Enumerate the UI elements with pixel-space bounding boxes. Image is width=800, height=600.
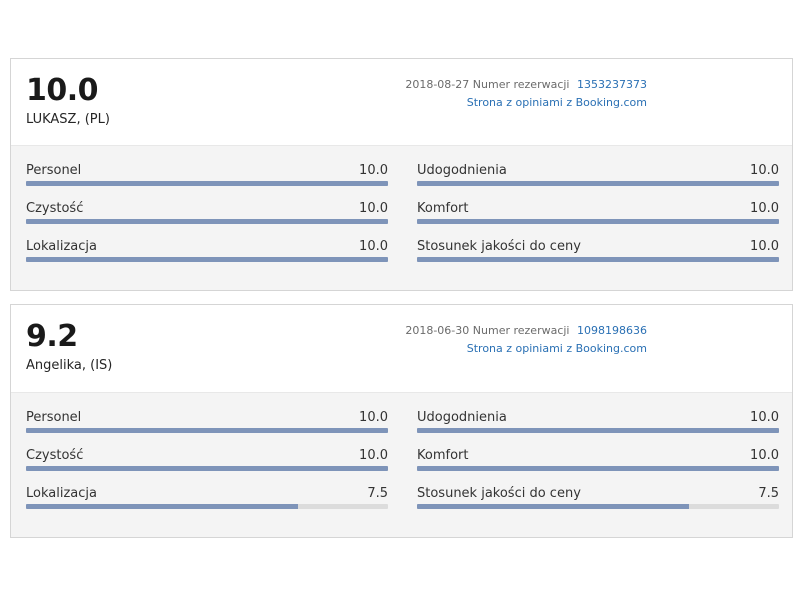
category-bar bbox=[417, 466, 779, 471]
category-bar bbox=[417, 181, 779, 186]
category-personel: Personel 10.0 bbox=[26, 410, 388, 440]
category-value: 10.0 bbox=[359, 410, 388, 425]
category-label: Udogodnienia bbox=[417, 410, 507, 425]
category-label: Komfort bbox=[417, 448, 469, 463]
category-value: 10.0 bbox=[750, 239, 779, 254]
category-bar bbox=[26, 257, 388, 262]
category-value: 10.0 bbox=[750, 448, 779, 463]
category-bar bbox=[26, 181, 388, 186]
reservation-label: Numer rezerwacji bbox=[472, 78, 570, 91]
category-label: Lokalizacja bbox=[26, 239, 97, 254]
category-czystosc: Czystość 10.0 bbox=[26, 201, 388, 231]
review-date: 2018-06-30 bbox=[405, 324, 470, 337]
category-value: 7.5 bbox=[367, 486, 388, 501]
booking-review-link[interactable]: Strona z opiniami z Booking.com bbox=[405, 340, 647, 358]
category-label: Stosunek jakości do ceny bbox=[417, 239, 581, 254]
category-bar-fill bbox=[26, 181, 388, 186]
category-bar bbox=[26, 466, 388, 471]
category-label: Czystość bbox=[26, 448, 84, 463]
reviewer-name: LUKASZ, (PL) bbox=[26, 112, 110, 127]
category-personel: Personel 10.0 bbox=[26, 163, 388, 193]
review-score: 10.0 bbox=[26, 73, 99, 108]
category-value: 10.0 bbox=[750, 410, 779, 425]
category-udogodnienia: Udogodnienia 10.0 bbox=[417, 163, 779, 193]
category-label: Udogodnienia bbox=[417, 163, 507, 178]
category-scores: Personel 10.0 Udogodnienia 10.0 Czystość… bbox=[11, 145, 792, 290]
category-bar bbox=[26, 428, 388, 433]
category-bar-fill bbox=[417, 504, 689, 509]
category-lokalizacja: Lokalizacja 7.5 bbox=[26, 486, 388, 516]
review-date: 2018-08-27 bbox=[405, 78, 470, 91]
category-label: Czystość bbox=[26, 201, 84, 216]
category-bar bbox=[26, 219, 388, 224]
review-header: 9.2 Angelika, (IS) 2018-06-30 Numer reze… bbox=[11, 305, 792, 391]
category-bar-fill bbox=[417, 219, 779, 224]
category-label: Personel bbox=[26, 163, 82, 178]
category-value: 10.0 bbox=[359, 448, 388, 463]
reviews-list: 10.0 LUKASZ, (PL) 2018-08-27 Numer rezer… bbox=[0, 0, 800, 600]
review-card: 9.2 Angelika, (IS) 2018-06-30 Numer reze… bbox=[10, 304, 793, 538]
category-bar-fill bbox=[26, 257, 388, 262]
category-label: Personel bbox=[26, 410, 82, 425]
category-value: 10.0 bbox=[750, 163, 779, 178]
category-value: 7.5 bbox=[758, 486, 779, 501]
category-bar-fill bbox=[26, 219, 388, 224]
category-lokalizacja: Lokalizacja 10.0 bbox=[26, 239, 388, 269]
category-label: Komfort bbox=[417, 201, 469, 216]
category-komfort: Komfort 10.0 bbox=[417, 448, 779, 478]
category-bar-fill bbox=[417, 257, 779, 262]
category-value: 10.0 bbox=[359, 201, 388, 216]
review-header: 10.0 LUKASZ, (PL) 2018-08-27 Numer rezer… bbox=[11, 59, 792, 145]
category-czystosc: Czystość 10.0 bbox=[26, 448, 388, 478]
reviewer-name: Angelika, (IS) bbox=[26, 358, 113, 373]
category-bar-fill bbox=[417, 181, 779, 186]
category-bar bbox=[417, 257, 779, 262]
category-bar bbox=[417, 219, 779, 224]
category-label: Stosunek jakości do ceny bbox=[417, 486, 581, 501]
category-scores: Personel 10.0 Udogodnienia 10.0 Czystość… bbox=[11, 392, 792, 537]
category-value: 10.0 bbox=[359, 163, 388, 178]
category-bar bbox=[417, 428, 779, 433]
category-stosunek-jakosci-do-ceny: Stosunek jakości do ceny 7.5 bbox=[417, 486, 779, 516]
booking-review-link[interactable]: Strona z opiniami z Booking.com bbox=[405, 94, 647, 112]
reservation-label: Numer rezerwacji bbox=[472, 324, 570, 337]
category-bar-fill bbox=[26, 504, 298, 509]
category-stosunek-jakosci-do-ceny: Stosunek jakości do ceny 10.0 bbox=[417, 239, 779, 269]
reservation-number-link[interactable]: 1353237373 bbox=[577, 78, 647, 91]
category-bar bbox=[417, 504, 779, 509]
category-bar-fill bbox=[417, 428, 779, 433]
category-label: Lokalizacja bbox=[26, 486, 97, 501]
review-score: 9.2 bbox=[26, 319, 78, 354]
category-bar-fill bbox=[417, 466, 779, 471]
category-komfort: Komfort 10.0 bbox=[417, 201, 779, 231]
category-bar bbox=[26, 504, 388, 509]
category-value: 10.0 bbox=[750, 201, 779, 216]
review-meta: 2018-06-30 Numer rezerwacji 1098198636 S… bbox=[405, 322, 647, 358]
reservation-number-link[interactable]: 1098198636 bbox=[577, 324, 647, 337]
category-value: 10.0 bbox=[359, 239, 388, 254]
review-meta: 2018-08-27 Numer rezerwacji 1353237373 S… bbox=[405, 76, 647, 112]
review-card: 10.0 LUKASZ, (PL) 2018-08-27 Numer rezer… bbox=[10, 58, 793, 291]
category-bar-fill bbox=[26, 428, 388, 433]
category-bar-fill bbox=[26, 466, 388, 471]
category-udogodnienia: Udogodnienia 10.0 bbox=[417, 410, 779, 440]
